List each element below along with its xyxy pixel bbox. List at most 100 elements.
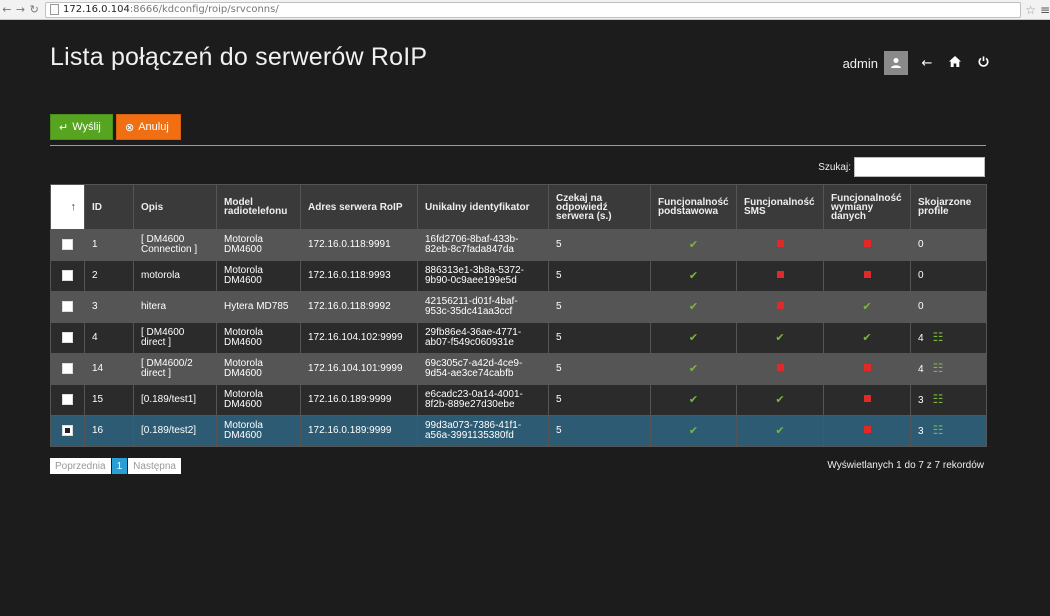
- description-cell: hitera: [133, 291, 217, 323]
- url-host: 172.16.0.104: [63, 4, 130, 15]
- forward-arrow-icon[interactable]: →: [14, 3, 28, 16]
- model-cell: Motorola DM4600: [216, 229, 301, 261]
- user-bar: admin ←: [843, 51, 992, 75]
- row-checkbox[interactable]: [62, 332, 73, 344]
- page: Lista połączeń do serwerów RoIP admin ← …: [0, 20, 1050, 616]
- profiles-cell: 4 ☷: [910, 322, 987, 354]
- cancel-circle-icon: ⊗: [125, 121, 135, 134]
- table-row[interactable]: 4[ DM4600 direct ] Motorola DM4600 172.16.…: [50, 322, 987, 354]
- basic-function-cell: ✔: [650, 322, 737, 354]
- unique-id-cell: 886313e1-3b8a-5372-9b90-0c9aee199e5d: [417, 260, 549, 292]
- cross-square-icon: [776, 302, 784, 309]
- list-icon[interactable]: ☷: [933, 330, 944, 344]
- description-cell: [0.189/test2]: [133, 415, 217, 447]
- current-page-button[interactable]: 1: [111, 458, 128, 474]
- column-header[interactable]: Funcjonalność SMS: [736, 184, 824, 230]
- model-cell: Motorola DM4600: [216, 353, 301, 385]
- user-avatar-icon[interactable]: [884, 51, 908, 75]
- cross-square-icon: [863, 240, 871, 247]
- data-function-cell: [823, 384, 911, 416]
- browser-toolbar: ← → ↻ 172.16.0.104:8666/kdconfig/roip/sr…: [0, 0, 1050, 20]
- sms-function-cell: ✔: [736, 384, 824, 416]
- back-arrow-icon[interactable]: ←: [918, 56, 936, 71]
- sort-column-header[interactable]: ↑: [50, 184, 85, 230]
- sms-function-cell: ✔: [736, 322, 824, 354]
- column-header[interactable]: Opis: [133, 184, 217, 230]
- row-checkbox[interactable]: [62, 270, 73, 282]
- unique-id-cell: 16fd2706-8baf-433b-82eb-8c7fada847da: [417, 229, 549, 261]
- check-icon: ✔: [688, 331, 699, 344]
- sms-function-cell: [736, 229, 824, 261]
- cross-square-icon: [863, 271, 871, 278]
- model-cell: Motorola DM4600: [216, 322, 301, 354]
- table-row[interactable]: 1[ DM4600 Connection ] Motorola DM4600 172…: [50, 229, 987, 261]
- profiles-count: 4: [918, 364, 924, 375]
- send-button[interactable]: ↵ Wyślij: [50, 114, 113, 140]
- checkbox-cell: [50, 322, 85, 354]
- timeout-cell: 5: [548, 353, 651, 385]
- profiles-cell: 4 ☷: [910, 353, 987, 385]
- power-icon[interactable]: [974, 55, 992, 71]
- column-header[interactable]: Czekaj na odpowiedź serwera (s.): [548, 184, 651, 230]
- browser-menu-icon[interactable]: ≡: [1040, 3, 1050, 17]
- reload-icon[interactable]: ↻: [27, 3, 41, 16]
- data-function-cell: [823, 353, 911, 385]
- prev-page-button[interactable]: Poprzednia: [50, 458, 111, 474]
- sms-function-cell: [736, 260, 824, 292]
- timeout-cell: 5: [548, 415, 651, 447]
- home-icon[interactable]: [946, 55, 964, 71]
- list-icon[interactable]: ☷: [933, 392, 944, 406]
- table-row[interactable]: 14[ DM4600/2 direct ] Motorola DM4600 172.…: [50, 353, 987, 385]
- column-header[interactable]: Model radiotelefonu: [216, 184, 301, 230]
- id-cell: 15: [84, 384, 134, 416]
- table-row[interactable]: 3 hitera Hytera MD785 172.16.0.118:9992 4215…: [50, 291, 987, 323]
- row-checkbox[interactable]: [62, 301, 73, 313]
- username: admin: [842, 55, 878, 71]
- data-function-cell: [823, 415, 911, 447]
- pagination: Poprzednia 1 Następna: [50, 458, 181, 474]
- timeout-cell: 5: [548, 229, 651, 261]
- row-checkbox[interactable]: [62, 239, 73, 251]
- table-row[interactable]: 2 motorola Motorola DM4600 172.16.0.118:999…: [50, 260, 987, 292]
- id-cell: 16: [84, 415, 134, 447]
- row-checkbox[interactable]: [62, 363, 73, 375]
- column-header[interactable]: Adres serwera RoIP: [300, 184, 418, 230]
- cross-square-icon: [863, 395, 871, 402]
- basic-function-cell: ✔: [650, 291, 737, 323]
- profiles-cell: 0: [910, 229, 987, 261]
- bookmark-star-icon[interactable]: ☆: [1025, 3, 1036, 17]
- column-header[interactable]: Unikalny identyfikator: [417, 184, 549, 230]
- profiles-cell: 0: [910, 291, 987, 323]
- column-header[interactable]: Skojarzone profile: [910, 184, 987, 230]
- table-row[interactable]: 16 [0.189/test2] Motorola DM4600 172.16.0.1…: [50, 415, 987, 447]
- id-cell: 4: [84, 322, 134, 354]
- page-icon: [50, 4, 60, 15]
- back-arrow-icon[interactable]: ←: [0, 3, 14, 16]
- checkbox-cell: [50, 384, 85, 416]
- sms-function-cell: [736, 353, 824, 385]
- unique-id-cell: 42156211-d01f-4baf-953c-35dc41aa3ccf: [417, 291, 549, 323]
- column-header[interactable]: Funcjonalność wymiany danych: [823, 184, 911, 230]
- check-icon: ✔: [688, 238, 699, 251]
- column-header[interactable]: ID: [84, 184, 134, 230]
- check-icon: ✔: [862, 300, 872, 313]
- cancel-button[interactable]: ⊗ Anuluj: [116, 114, 181, 140]
- checkbox-cell: [50, 229, 85, 261]
- search-input[interactable]: [854, 157, 985, 177]
- address-bar[interactable]: 172.16.0.104:8666/kdconfig/roip/srvconns…: [45, 1, 1022, 18]
- next-page-button[interactable]: Następna: [128, 458, 181, 474]
- description-cell: motorola: [133, 260, 217, 292]
- unique-id-cell: 29fb86e4-36ae-4771-ab07-f549c060931e: [417, 322, 549, 354]
- check-icon: ✔: [688, 269, 699, 282]
- column-header[interactable]: Funcjonalność podstawowa: [650, 184, 737, 230]
- row-checkbox[interactable]: [62, 425, 73, 437]
- table-row[interactable]: 15 [0.189/test1] Motorola DM4600 172.16.0.1…: [50, 384, 987, 416]
- server-address-cell: 172.16.0.189:9999: [300, 384, 418, 416]
- list-icon[interactable]: ☷: [933, 361, 944, 375]
- list-icon[interactable]: ☷: [933, 423, 944, 437]
- checkbox-cell: [50, 260, 85, 292]
- server-address-cell: 172.16.0.118:9993: [300, 260, 418, 292]
- model-cell: Motorola DM4600: [216, 260, 301, 292]
- search-box: Szukaj:: [818, 157, 985, 177]
- row-checkbox[interactable]: [62, 394, 73, 406]
